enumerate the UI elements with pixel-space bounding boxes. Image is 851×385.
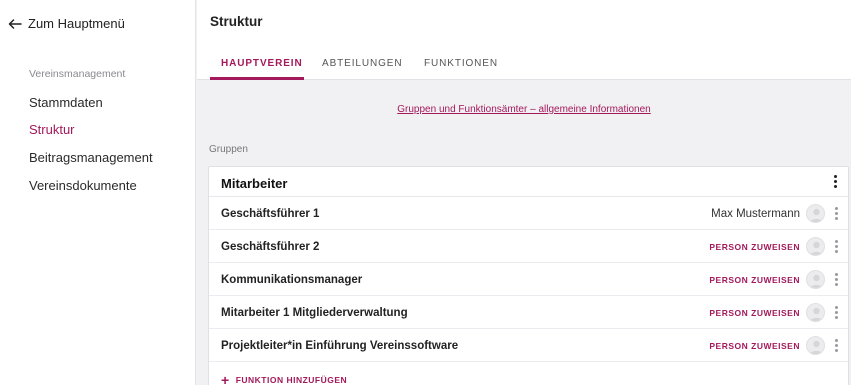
group-menu-icon[interactable]	[834, 175, 838, 189]
function-row: Mitarbeiter 1 Mitgliederverwaltung PERSO…	[209, 296, 848, 329]
function-row: Projektleiter*in Einführung Vereinssoftw…	[209, 329, 848, 362]
user-avatar-icon	[806, 237, 825, 256]
active-tab-indicator	[210, 77, 304, 80]
function-name: Projektleiter*in Einführung Vereinssoftw…	[221, 340, 459, 352]
back-label: Zum Hauptmenü	[28, 16, 125, 31]
group-card: Mitarbeiter Geschäftsführer 1 Max Muster…	[208, 166, 849, 385]
user-avatar-icon	[806, 204, 825, 223]
sidebar: Zum Hauptmenü Vereinsmanagement Stammdat…	[0, 0, 196, 385]
sidebar-section-label: Vereinsmanagement	[29, 68, 126, 80]
row-menu-icon[interactable]	[835, 339, 839, 353]
user-avatar-icon	[806, 270, 825, 289]
page-title: Struktur	[210, 14, 263, 29]
row-menu-icon[interactable]	[835, 306, 839, 320]
row-menu-icon[interactable]	[835, 207, 839, 221]
sidebar-item-stammdaten[interactable]: Stammdaten	[29, 95, 103, 110]
add-function-button[interactable]: + FUNKTION HINZUFÜGEN	[221, 372, 348, 385]
groups-section-label: Gruppen	[209, 144, 248, 155]
group-title: Mitarbeiter	[221, 176, 288, 191]
function-name: Geschäftsführer 2	[221, 241, 320, 253]
groups-info-link[interactable]: Gruppen und Funktionsämter – allgemeine …	[197, 104, 851, 115]
function-name: Kommunikationsmanager	[221, 274, 363, 286]
user-avatar-icon	[806, 336, 825, 355]
sidebar-item-struktur[interactable]: Struktur	[29, 122, 75, 137]
tab-funktionen[interactable]: FUNKTIONEN	[424, 58, 498, 69]
assigned-person[interactable]: Max Mustermann	[711, 208, 800, 220]
function-name: Geschäftsführer 1	[221, 208, 320, 220]
row-menu-icon[interactable]	[835, 240, 839, 254]
assign-person-button[interactable]: PERSON ZUWEISEN	[709, 308, 800, 318]
group-card-header: Mitarbeiter	[209, 167, 848, 197]
arrow-left-icon	[8, 18, 22, 29]
function-row: Geschäftsführer 1 Max Mustermann	[209, 197, 848, 230]
sidebar-item-beitragsmanagement[interactable]: Beitragsmanagement	[29, 150, 153, 165]
page-header: Struktur HAUPTVEREIN ABTEILUNGEN FUNKTIO…	[197, 0, 851, 80]
function-name: Mitarbeiter 1 Mitgliederverwaltung	[221, 307, 408, 319]
assign-person-button[interactable]: PERSON ZUWEISEN	[709, 341, 800, 351]
plus-icon: +	[221, 372, 230, 385]
function-row: Kommunikationsmanager PERSON ZUWEISEN	[209, 263, 848, 296]
add-function-label: FUNKTION HINZUFÜGEN	[235, 375, 348, 385]
user-avatar-icon	[806, 303, 825, 322]
row-menu-icon[interactable]	[835, 273, 839, 287]
tab-hauptverein[interactable]: HAUPTVEREIN	[221, 58, 303, 69]
function-row: Geschäftsführer 2 PERSON ZUWEISEN	[209, 230, 848, 263]
assign-person-button[interactable]: PERSON ZUWEISEN	[709, 275, 800, 285]
sidebar-item-vereinsdokumente[interactable]: Vereinsdokumente	[29, 178, 137, 193]
back-to-main-menu-link[interactable]: Zum Hauptmenü	[8, 16, 125, 31]
assign-person-button[interactable]: PERSON ZUWEISEN	[709, 242, 800, 252]
tab-abteilungen[interactable]: ABTEILUNGEN	[322, 58, 402, 69]
